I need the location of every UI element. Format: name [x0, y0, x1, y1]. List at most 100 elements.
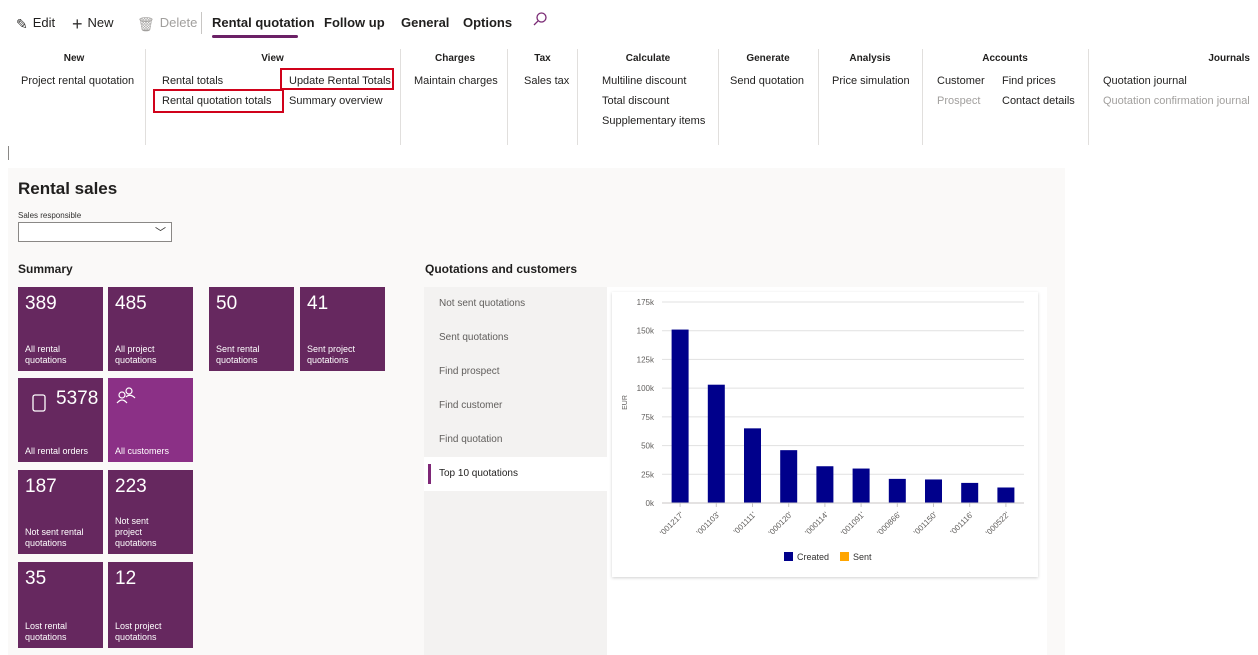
tile-sent-project-quotations[interactable]: 41 Sent project quotations [300, 287, 385, 371]
tile-count: 187 [25, 476, 57, 497]
nav-not-sent-quotations[interactable]: Not sent quotations [424, 287, 607, 321]
x-tick-label: '001103' [695, 510, 722, 537]
supplementary-items-button[interactable]: Supplementary items [602, 114, 705, 128]
nav-top-10-quotations[interactable]: Top 10 quotations [424, 457, 607, 491]
find-prices-button[interactable]: Find prices [1002, 74, 1056, 88]
y-tick-label: 50k [641, 442, 655, 451]
tile-label: Not sent rental quotations [25, 527, 84, 548]
quotation-journal-button[interactable]: Quotation journal [1103, 74, 1187, 88]
nav-find-quotation[interactable]: Find quotation [424, 423, 607, 457]
tile-all-rental-orders[interactable]: 5378 All rental orders [18, 378, 103, 462]
bar [852, 468, 870, 503]
tile-label: All customers [115, 446, 170, 456]
tile-count: 485 [115, 293, 147, 314]
tile-all-project-quotations[interactable]: 485 All project quotations [108, 287, 193, 371]
group-separator [145, 49, 146, 145]
tile-not-sent-rental-quotations[interactable]: 187 Not sent rental quotations [18, 470, 103, 554]
legend-label: Sent [853, 552, 872, 562]
contact-details-button[interactable]: Contact details [1002, 94, 1075, 108]
tile-count: 12 [115, 568, 137, 589]
y-tick-label: 100k [637, 384, 655, 393]
project-rental-quotation-button[interactable]: Project rental quotation [21, 74, 134, 88]
x-tick-label: '001111' [732, 510, 758, 536]
tile-count: 35 [25, 568, 47, 589]
toolbar-divider [201, 12, 202, 34]
edit-label: Edit [32, 15, 56, 30]
bar [816, 466, 834, 503]
total-discount-button[interactable]: Total discount [602, 94, 669, 108]
nav-find-prospect[interactable]: Find prospect [424, 355, 607, 389]
x-tick-label: '001116' [949, 510, 976, 537]
group-header-new: New [63, 53, 85, 64]
tile-count: 223 [115, 476, 147, 497]
price-simulation-button[interactable]: Price simulation [832, 74, 910, 88]
tile-sent-rental-quotations[interactable]: 50 Sent rental quotations [209, 287, 294, 371]
group-header-tax: Tax [534, 53, 551, 64]
x-tick-label: '000522' [984, 510, 1012, 538]
sales-responsible-select[interactable]: ﹀ [18, 222, 172, 242]
tile-not-sent-project-quotations[interactable]: 223 Not sent project quotations [108, 470, 193, 554]
tile-all-customers[interactable]: All customers [108, 378, 193, 462]
y-axis-label: EUR [622, 395, 629, 410]
pencil-icon: ✎ [16, 15, 28, 32]
group-separator [922, 49, 923, 145]
group-header-generate: Generate [746, 53, 790, 64]
group-separator [718, 49, 719, 145]
tab-options[interactable]: Options [463, 14, 512, 32]
y-tick-label: 25k [641, 470, 655, 479]
quotation-confirmation-journal-button[interactable]: Quotation confirmation journal [1103, 94, 1250, 108]
tile-label: Sent rental quotations [216, 344, 260, 365]
delete-button[interactable]: 🗑︎ Delete [137, 14, 197, 33]
legend-label: Created [797, 552, 829, 562]
customer-button[interactable]: Customer [937, 74, 985, 88]
prospect-button[interactable]: Prospect [937, 94, 980, 108]
group-header-analysis: Analysis [849, 53, 891, 64]
x-tick-label: '001217' [658, 510, 686, 538]
search-icon[interactable] [532, 11, 548, 32]
bar [925, 479, 942, 503]
quotations-title: Quotations and customers [425, 262, 578, 276]
summary-overview-button[interactable]: Summary overview [289, 94, 383, 108]
new-button[interactable]: + New [72, 14, 114, 33]
highlight-box [153, 89, 284, 113]
edit-button[interactable]: ✎ Edit [16, 14, 55, 33]
plus-icon: + [72, 13, 83, 34]
chevron-down-icon: ﹀ [155, 227, 166, 239]
send-quotation-button[interactable]: Send quotation [730, 74, 804, 88]
tab-general[interactable]: General [401, 14, 449, 32]
maintain-charges-button[interactable]: Maintain charges [414, 74, 498, 88]
trash-icon: 🗑︎ [137, 15, 155, 32]
group-separator [1088, 49, 1089, 145]
rental-totals-button[interactable]: Rental totals [162, 74, 223, 88]
tab-follow-up[interactable]: Follow up [324, 14, 385, 32]
tile-lost-rental-quotations[interactable]: 35 Lost rental quotations [18, 562, 103, 648]
nav-find-customer[interactable]: Find customer [424, 389, 607, 423]
tile-count: 50 [216, 293, 238, 314]
tile-all-rental-quotations[interactable]: 389 All rental quotations [18, 287, 103, 371]
tile-lost-project-quotations[interactable]: 12 Lost project quotations [108, 562, 193, 648]
new-label: New [87, 15, 114, 30]
bar [671, 329, 689, 503]
y-tick-label: 0k [646, 499, 655, 508]
tile-count: 41 [307, 293, 329, 314]
group-separator [507, 49, 508, 145]
nav-sent-quotations[interactable]: Sent quotations [424, 321, 607, 355]
tile-count: 5378 [56, 388, 99, 409]
y-tick-label: 125k [637, 355, 655, 364]
sales-responsible-label: Sales responsible [18, 211, 82, 220]
tile-label: Sent project quotations [307, 344, 356, 365]
x-tick-label: '001091' [839, 510, 867, 538]
pane-edge [8, 146, 9, 160]
bar-chart: 0k 25k 50k 75k 100k 125k 150k 175k EUR '001217' '0… [622, 298, 1024, 562]
tab-rental-quotation[interactable]: Rental quotation [212, 14, 315, 32]
summary-title: Summary [18, 262, 73, 276]
bar [744, 428, 761, 503]
group-separator [577, 49, 578, 145]
legend-swatch [784, 552, 793, 561]
bar [780, 450, 798, 503]
multiline-discount-button[interactable]: Multiline discount [602, 74, 686, 88]
sales-tax-button[interactable]: Sales tax [524, 74, 569, 88]
tile-label: Lost rental quotations [25, 621, 68, 642]
group-header-calculate: Calculate [625, 53, 671, 64]
tile-label: Lost project quotations [115, 621, 162, 642]
